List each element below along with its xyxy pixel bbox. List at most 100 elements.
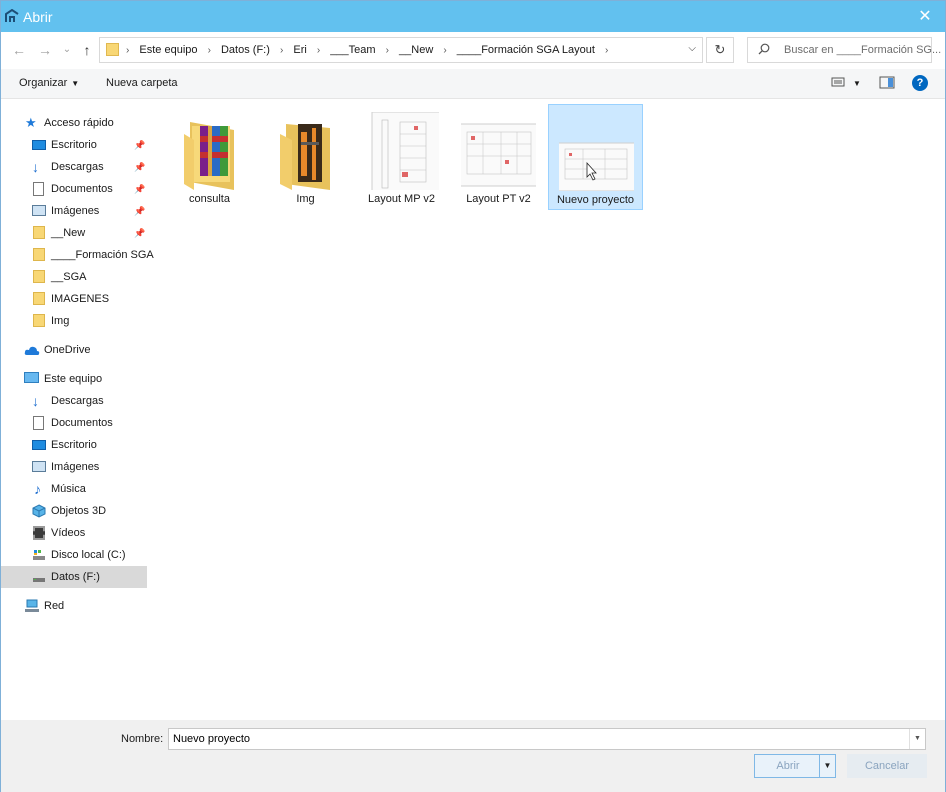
file-name: Img: [296, 193, 315, 205]
sidebar-item-pc-escritorio[interactable]: Escritorio: [1, 434, 147, 456]
sidebar-item-disco-c[interactable]: Disco local (C:): [1, 544, 147, 566]
search-input[interactable]: Buscar en ____Formación SG...: [747, 37, 941, 63]
sidebar-item-datos-f[interactable]: Datos (F:): [1, 566, 147, 588]
dialog-footer: Nombre: ▼ Abrir ▼ Cancelar: [1, 720, 945, 792]
file-name-field[interactable]: ▼: [168, 728, 926, 750]
sidebar-item-img[interactable]: Img: [1, 310, 147, 332]
search-icon: [758, 43, 770, 55]
music-icon: ♪: [34, 481, 41, 497]
forward-button[interactable]: →: [37, 42, 53, 58]
file-item-nuevo-proyecto[interactable]: Nuevo proyecto: [548, 104, 643, 210]
sidebar-item-onedrive[interactable]: OneDrive: [1, 339, 147, 361]
breadcrumb: › Este equipo › Datos (F:) › Eri › ___Te…: [126, 44, 609, 56]
folder-icon: [106, 43, 119, 56]
folder-icon: [33, 248, 47, 262]
pin-icon: 📌: [134, 206, 146, 216]
caret-down-icon: ▼: [71, 79, 80, 88]
file-name-label: Nombre:: [121, 733, 164, 745]
open-button-label: Abrir: [776, 760, 800, 772]
new-folder-button[interactable]: Nueva carpeta: [106, 77, 178, 89]
breadcrumb-item[interactable]: Eri: [293, 44, 306, 56]
file-name-input[interactable]: [169, 729, 904, 749]
view-options-button[interactable]: [831, 76, 845, 91]
close-button[interactable]: ✕: [915, 7, 935, 27]
download-icon: ↓: [32, 159, 39, 175]
app-icon: [5, 9, 19, 22]
open-file-dialog: Abrir ✕ ← → ⌄ ↑ › Este equipo › Datos (F…: [0, 0, 946, 792]
sidebar-item-network[interactable]: Red: [1, 595, 147, 617]
sidebar-item-pc-imagenes[interactable]: Imágenes: [1, 456, 147, 478]
recent-locations-dropdown[interactable]: ⌄: [59, 42, 75, 58]
help-button[interactable]: ?: [912, 75, 928, 91]
sidebar-item-quick-access[interactable]: ★ Acceso rápido: [1, 112, 147, 134]
sidebar-item-sga[interactable]: __SGA: [1, 266, 147, 288]
archive-folder-icon: [184, 122, 234, 190]
cloud-icon: [24, 343, 40, 357]
organize-label: Organizar: [19, 77, 68, 89]
address-bar[interactable]: › Este equipo › Datos (F:) › Eri › ___Te…: [99, 37, 703, 63]
pictures-icon: [32, 460, 46, 474]
breadcrumb-item[interactable]: ___Team: [330, 44, 375, 56]
desktop-icon: [32, 438, 46, 452]
file-item-layout-pt-v2[interactable]: Layout PT v2: [451, 104, 546, 210]
preview-pane-icon: [879, 76, 895, 89]
view-icon: [831, 77, 845, 87]
file-item-layout-mp-v2[interactable]: Layout MP v2: [354, 104, 449, 210]
3d-objects-icon: [32, 504, 46, 518]
layout-document-thumbnail: [371, 112, 439, 190]
cancel-button[interactable]: Cancelar: [847, 754, 927, 778]
network-icon: [24, 599, 39, 613]
sidebar-item-imagenes[interactable]: Imágenes 📌: [1, 200, 147, 222]
back-button[interactable]: ←: [11, 42, 27, 58]
sidebar-item-pc-documentos[interactable]: Documentos: [1, 412, 147, 434]
folder-icon: [33, 292, 47, 306]
window-title: Abrir: [23, 9, 53, 25]
organize-menu[interactable]: Organizar ▼: [19, 77, 79, 89]
sidebar-item-escritorio[interactable]: Escritorio 📌: [1, 134, 147, 156]
navigation-bar: ← → ⌄ ↑ › Este equipo › Datos (F:) › Eri…: [1, 32, 945, 69]
sidebar-item-videos[interactable]: Vídeos: [1, 522, 147, 544]
pin-icon: 📌: [134, 162, 146, 172]
title-bar: Abrir ✕: [1, 1, 945, 32]
layout-document-thumbnail: [461, 123, 536, 187]
breadcrumb-item[interactable]: ____Formación SGA Layout: [457, 44, 595, 56]
drive-c-icon: [32, 548, 46, 562]
file-name: Nuevo proyecto: [556, 194, 635, 206]
open-options-dropdown[interactable]: ▼: [819, 755, 835, 777]
image-folder-icon: [280, 124, 330, 190]
sidebar-item-musica[interactable]: ♪ Música: [1, 478, 147, 500]
file-item-img[interactable]: Img: [258, 104, 353, 210]
sidebar-item-pc-descargas[interactable]: ↓ Descargas: [1, 390, 147, 412]
breadcrumb-item[interactable]: Datos (F:): [221, 44, 270, 56]
breadcrumb-item[interactable]: Este equipo: [139, 44, 197, 56]
sidebar-item-documentos[interactable]: Documentos 📌: [1, 178, 147, 200]
folder-icon: [33, 314, 47, 328]
breadcrumb-item[interactable]: __New: [399, 44, 433, 56]
up-button[interactable]: ↑: [79, 42, 95, 58]
sidebar-item-descargas[interactable]: ↓ Descargas 📌: [1, 156, 147, 178]
refresh-button[interactable]: ↻: [706, 37, 734, 63]
sidebar-item-formacion-sga[interactable]: ____Formación SGA: [1, 244, 154, 266]
file-item-consulta[interactable]: consulta: [162, 104, 257, 210]
command-toolbar: Organizar ▼ Nueva carpeta ▼ ?: [1, 69, 945, 99]
layout-document-thumbnail: [559, 142, 634, 191]
sidebar-item-this-pc[interactable]: Este equipo: [1, 368, 147, 390]
folder-icon: [33, 226, 47, 240]
sidebar-item-objetos-3d[interactable]: Objetos 3D: [1, 500, 147, 522]
chevron-down-icon[interactable]: ⌵: [688, 43, 696, 54]
help-icon: ?: [912, 75, 928, 91]
file-name: Layout MP v2: [367, 193, 436, 205]
sidebar-item-new[interactable]: __New 📌: [1, 222, 147, 244]
view-dropdown-icon[interactable]: ▼: [853, 79, 861, 88]
pin-icon: 📌: [134, 140, 146, 150]
preview-pane-button[interactable]: [879, 76, 895, 92]
file-name: Layout PT v2: [466, 193, 531, 205]
open-button[interactable]: Abrir ▼: [754, 754, 836, 778]
folder-icon: [33, 270, 47, 284]
chevron-down-icon[interactable]: ▼: [909, 729, 925, 749]
sidebar-item-imagenes-folder[interactable]: IMAGENES: [1, 288, 147, 310]
navigation-pane: ★ Acceso rápido Escritorio 📌 ↓ Descargas…: [1, 100, 154, 720]
pin-icon: 📌: [134, 184, 146, 194]
desktop-icon: [32, 138, 46, 152]
drive-f-icon: [32, 570, 46, 584]
